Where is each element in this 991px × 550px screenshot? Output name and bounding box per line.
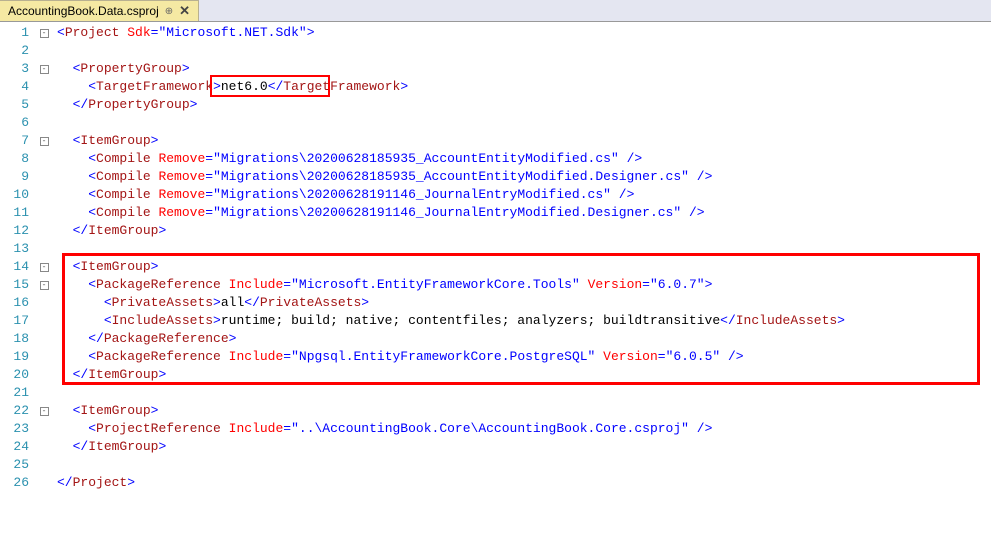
line-number: 26 (0, 474, 29, 492)
line-number: 16 (0, 294, 29, 312)
line-number: 6 (0, 114, 29, 132)
editor-area: 1234567891011121314151617181920212223242… (0, 22, 991, 550)
code-line[interactable]: <PropertyGroup> (57, 60, 991, 78)
file-tab-active[interactable]: AccountingBook.Data.csproj ⊕ ✕ (0, 0, 199, 21)
code-line[interactable]: <ItemGroup> (57, 132, 991, 150)
line-number: 18 (0, 330, 29, 348)
tab-bar: AccountingBook.Data.csproj ⊕ ✕ (0, 0, 991, 22)
line-number: 4 (0, 78, 29, 96)
fold-minus-icon[interactable]: - (40, 263, 49, 272)
code-content[interactable]: <Project Sdk="Microsoft.NET.Sdk"> <Prope… (53, 22, 991, 550)
code-line[interactable]: <IncludeAssets>runtime; build; native; c… (57, 312, 991, 330)
code-line[interactable]: </PropertyGroup> (57, 96, 991, 114)
fold-minus-icon[interactable]: - (40, 407, 49, 416)
fold-minus-icon[interactable]: - (40, 137, 49, 146)
pin-icon[interactable]: ⊕ (165, 6, 173, 17)
line-number: 21 (0, 384, 29, 402)
code-line[interactable]: <ItemGroup> (57, 258, 991, 276)
line-number: 13 (0, 240, 29, 258)
code-line[interactable] (57, 42, 991, 60)
code-line[interactable]: <PackageReference Include="Microsoft.Ent… (57, 276, 991, 294)
code-line[interactable] (57, 114, 991, 132)
code-line[interactable]: <Compile Remove="Migrations\202006281911… (57, 204, 991, 222)
code-line[interactable]: </ItemGroup> (57, 222, 991, 240)
code-line[interactable]: <ProjectReference Include="..\Accounting… (57, 420, 991, 438)
line-number: 22 (0, 402, 29, 420)
line-number-gutter: 1234567891011121314151617181920212223242… (0, 22, 35, 550)
line-number: 2 (0, 42, 29, 60)
code-line[interactable]: <PrivateAssets>all</PrivateAssets> (57, 294, 991, 312)
close-icon[interactable]: ✕ (179, 3, 190, 19)
line-number: 1 (0, 24, 29, 42)
code-line[interactable]: </PackageReference> (57, 330, 991, 348)
line-number: 5 (0, 96, 29, 114)
line-number: 24 (0, 438, 29, 456)
code-line[interactable]: </Project> (57, 474, 991, 492)
fold-gutter: - - - - - - (35, 22, 53, 550)
line-number: 8 (0, 150, 29, 168)
fold-minus-icon[interactable]: - (40, 281, 49, 290)
line-number: 17 (0, 312, 29, 330)
code-line[interactable]: <ItemGroup> (57, 402, 991, 420)
code-line[interactable] (57, 384, 991, 402)
line-number: 14 (0, 258, 29, 276)
fold-minus-icon[interactable]: - (40, 65, 49, 74)
code-line[interactable]: </ItemGroup> (57, 366, 991, 384)
code-line[interactable]: <Compile Remove="Migrations\202006281911… (57, 186, 991, 204)
line-number: 11 (0, 204, 29, 222)
line-number: 3 (0, 60, 29, 78)
line-number: 23 (0, 420, 29, 438)
line-number: 15 (0, 276, 29, 294)
line-number: 19 (0, 348, 29, 366)
tab-filename: AccountingBook.Data.csproj (8, 4, 159, 18)
code-line[interactable] (57, 240, 991, 258)
line-number: 20 (0, 366, 29, 384)
code-line[interactable]: <TargetFramework>net6.0</TargetFramework… (57, 78, 991, 96)
line-number: 12 (0, 222, 29, 240)
code-line[interactable]: <Compile Remove="Migrations\202006281859… (57, 168, 991, 186)
line-number: 9 (0, 168, 29, 186)
line-number: 25 (0, 456, 29, 474)
code-line[interactable]: <Compile Remove="Migrations\202006281859… (57, 150, 991, 168)
code-line[interactable] (57, 456, 991, 474)
line-number: 7 (0, 132, 29, 150)
code-line[interactable]: <Project Sdk="Microsoft.NET.Sdk"> (57, 24, 991, 42)
code-line[interactable]: <PackageReference Include="Npgsql.Entity… (57, 348, 991, 366)
line-number: 10 (0, 186, 29, 204)
code-line[interactable]: </ItemGroup> (57, 438, 991, 456)
fold-minus-icon[interactable]: - (40, 29, 49, 38)
